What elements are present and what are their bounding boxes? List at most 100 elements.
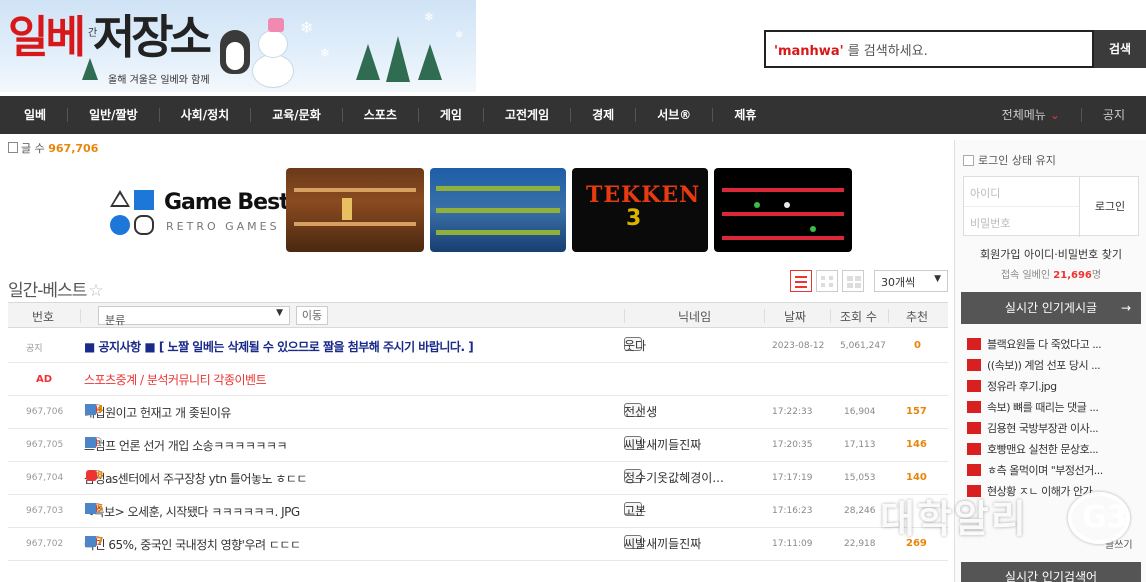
grid-view-button[interactable]	[816, 270, 838, 292]
post-count-label: 글 수	[21, 142, 45, 155]
table-row[interactable]: 967,703 <속보> 오세훈, 시작됐다 ㅋㅋㅋㅋㅋㅋ. JPG85 고본 …	[8, 495, 948, 528]
nav-item-retro-games[interactable]: 고전게임	[484, 108, 572, 122]
nav-notice[interactable]: 공지	[1080, 108, 1146, 122]
login-button[interactable]: 로그인	[1080, 177, 1140, 237]
row-num: 967,705	[26, 440, 64, 450]
character-shape	[342, 198, 352, 220]
popular-item[interactable]: 속보) 뼈를 때리는 댓글 ...	[967, 399, 1137, 415]
table-row[interactable]: 967,704 삼성as센터에서 주구장창 ytn 틀어놓노 ㅎㄷㄷ38 정수기…	[8, 462, 948, 495]
chevron-down-icon: ⌄	[1049, 108, 1060, 122]
row-num: 공지	[26, 344, 43, 354]
col-num: 번호	[32, 310, 55, 324]
row-rec: 140	[906, 472, 927, 483]
row-rec: 146	[906, 439, 927, 450]
keep-login-checkbox[interactable]	[963, 155, 974, 166]
row-subject[interactable]: ■ 공지사항 ■ [ 노짤 일베는 삭제될 수 있으므로 짤을 첨부해 주시기 …	[84, 338, 474, 355]
nav-item-partner[interactable]: 제휴	[713, 108, 777, 122]
category-select[interactable]: 분류 ▼	[98, 306, 290, 327]
popular-item[interactable]: ((속보)) 계엄 선포 당시 ...	[967, 357, 1137, 373]
col-divider	[80, 309, 81, 323]
online-count: 21,696	[1053, 270, 1092, 281]
nav-item-sports[interactable]: 스포츠	[343, 108, 419, 122]
ad-banner[interactable]: Game Best RETRO GAMES TEKKEN 3	[104, 168, 856, 252]
row-date: 17:16:23	[772, 506, 813, 516]
row-nick-text: 정수기옷값혜경이...	[624, 471, 724, 485]
gallery-view-button[interactable]	[842, 270, 864, 292]
col-divider	[624, 309, 625, 323]
table-row[interactable]: 967,705 트럼프 언론 선거 개입 소송ㅋㅋㅋㅋㅋㅋㅋ4 씨발새끼들진짜 …	[8, 429, 948, 462]
game-shapes-icon	[108, 188, 158, 238]
popular-item-text: 호빵맨요 실천한 문상호...	[987, 443, 1099, 456]
nav-item-general[interactable]: 일반/짤방	[68, 108, 160, 122]
popular-item[interactable]: 정유라 후기.jpg	[967, 378, 1137, 394]
document-icon	[8, 142, 18, 153]
col-date: 날짜	[784, 310, 807, 324]
grid-cell	[855, 283, 861, 288]
per-page-value: 30개씩	[881, 276, 916, 289]
popular-search-header[interactable]: 실시간 인기검색어	[961, 562, 1141, 582]
id-input[interactable]: 아이디	[964, 177, 1080, 207]
popular-item-text: ㅎ측 올먹이며 "부정선거...	[987, 464, 1103, 477]
nav-item-culture[interactable]: 교육/문화	[251, 108, 343, 122]
grid-cell	[847, 276, 853, 281]
all-menu-button[interactable]: 전체메뉴 ⌄	[981, 108, 1081, 122]
list-view-button[interactable]	[790, 270, 812, 292]
nav-item-economy[interactable]: 경제	[571, 108, 637, 122]
nav-item-ilbe[interactable]: 일베	[0, 108, 69, 122]
row-nick-text: 전선생	[624, 405, 658, 419]
password-input[interactable]: 비밀번호	[964, 207, 1080, 237]
site-logo[interactable]: 일베 간 저장소	[8, 12, 212, 63]
row-rec: 0	[914, 340, 921, 351]
popular-item[interactable]: 호빵맨요 실천한 문상호...	[967, 441, 1137, 457]
row-views: 17,113	[844, 440, 876, 450]
game-thumbnail-tekken[interactable]: TEKKEN 3	[572, 168, 708, 252]
list-line	[795, 286, 807, 288]
account-links[interactable]: 회원가입 아이디·비밀번호 찾기	[963, 246, 1139, 262]
platform-shape	[722, 236, 844, 240]
popular-bullet-icon	[967, 443, 981, 455]
snowflake-icon: ❄	[424, 10, 435, 24]
table-row[interactable]: 967,702 국민 65%, 중국인 국내정치 영향'우려 ㄷㄷㄷ47 씨발새…	[8, 528, 948, 561]
search-keyword: 'manhwa'	[774, 44, 844, 59]
search-button[interactable]: 검색	[1094, 30, 1146, 68]
watermark-logo-icon: G3	[1068, 492, 1130, 544]
popular-item[interactable]: 블랙요원들 다 죽었다고 ...	[967, 336, 1137, 352]
game-thumbnail-4[interactable]	[714, 168, 852, 252]
main-nav: 일베 일반/짤방 사회/정치 교육/문화 스포츠 게임 고전게임 경제 서브® …	[0, 96, 1146, 134]
table-row-notice[interactable]: 공지 ■ 공지사항 ■ [ 노짤 일베는 삭제될 수 있으므로 짤을 첨부해 주…	[8, 330, 948, 363]
nav-right: 전체메뉴 ⌄ 공지	[981, 108, 1146, 122]
row-date: 17:20:35	[772, 440, 813, 450]
image-tag-icon	[86, 470, 97, 481]
game-best-logo: Game Best RETRO GAMES	[108, 186, 290, 242]
game-thumbnail-1[interactable]	[286, 168, 424, 252]
keep-login-label: 로그인 상태 유지	[978, 154, 1056, 167]
game-thumbnail-2[interactable]	[430, 168, 566, 252]
row-num: 967,706	[26, 407, 64, 417]
table-row[interactable]: 967,706 대법원이고 헌재고 개 좆된이유34 전선생 17:22:33 …	[8, 396, 948, 429]
star-icon[interactable]: ☆	[88, 281, 103, 301]
search-placeholder-rest: 를 검색하세요.	[843, 44, 928, 59]
pill-shape	[810, 226, 816, 232]
site-banner[interactable]: ❄ ❄ ❄ ❄ 일베 간 저장소 올해 겨울은 일베와 함께	[0, 0, 476, 92]
popular-item[interactable]: 김용현 국방부장관 이사...	[967, 420, 1137, 436]
nav-item-sub[interactable]: 서브®	[636, 108, 714, 122]
popular-posts-header[interactable]: 실시간 인기게시글 →	[961, 292, 1141, 324]
row-subject-text: 트럼프 언론 선거 개입 소송ㅋㅋㅋㅋㅋㅋㅋ	[84, 439, 287, 453]
keep-login[interactable]: 로그인 상태 유지	[963, 152, 1056, 168]
watermark-text: 대학알리	[880, 497, 1028, 541]
row-ad-subject[interactable]: 스포츠중계 / 분석커뮤니티 각종이벤트	[84, 371, 267, 388]
table-row-partial	[8, 561, 948, 582]
nav-item-politics[interactable]: 사회/정치	[160, 108, 252, 122]
row-nick-text: 웃다	[624, 339, 647, 353]
move-button[interactable]: 이동	[296, 306, 328, 325]
popular-item[interactable]: ㅎ측 올먹이며 "부정선거...	[967, 462, 1137, 478]
nav-item-games[interactable]: 게임	[419, 108, 484, 122]
grid-cell	[821, 283, 825, 287]
search-input[interactable]: 'manhwa' 를 검색하세요.	[764, 30, 1094, 68]
table-row-ad[interactable]: AD 스포츠중계 / 분석커뮤니티 각종이벤트	[8, 363, 948, 396]
platform-shape	[436, 186, 560, 191]
per-page-select[interactable]: 30개씩 ▼	[874, 270, 948, 292]
row-subject-text: 국민 65%, 중국인 국내정치 영향'우려 ㄷㄷㄷ	[84, 538, 301, 552]
logo-main: 일베	[8, 12, 86, 63]
platform-shape	[722, 212, 844, 216]
